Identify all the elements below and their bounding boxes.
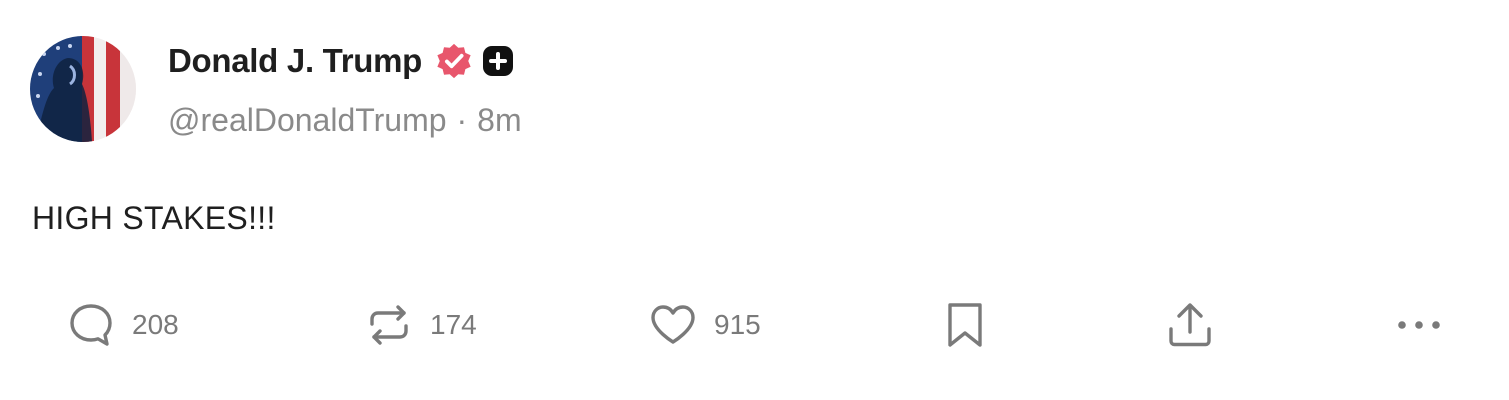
reply-icon — [70, 304, 112, 346]
post: Donald J. Trump @realDonaldTrump · 8m HI… — [0, 0, 1509, 400]
more-button[interactable] — [1394, 300, 1444, 350]
repost-count: 174 — [430, 309, 477, 340]
reply-count: 208 — [132, 309, 179, 340]
post-meta: @realDonaldTrump · 8m — [168, 102, 522, 139]
heart-icon — [651, 305, 695, 344]
like-count: 915 — [714, 309, 761, 340]
share-icon — [1169, 303, 1211, 347]
author-handle[interactable]: @realDonaldTrump — [168, 102, 447, 139]
like-button[interactable]: 915 — [648, 300, 761, 350]
share-button[interactable] — [1164, 300, 1216, 350]
display-name[interactable]: Donald J. Trump — [168, 42, 422, 80]
avatar-image — [30, 36, 136, 142]
avatar[interactable] — [30, 36, 136, 142]
reply-button[interactable]: 208 — [66, 300, 179, 350]
repost-button[interactable]: 174 — [364, 300, 477, 350]
more-icon — [1398, 321, 1440, 329]
plus-badge-icon — [483, 46, 514, 76]
author-name-row: Donald J. Trump — [168, 40, 514, 82]
repost-icon — [370, 305, 408, 345]
bookmark-icon — [948, 303, 982, 347]
verified-badge-icon — [437, 43, 471, 79]
bookmark-button[interactable] — [942, 300, 988, 350]
post-timestamp[interactable]: 8m — [477, 102, 521, 139]
action-bar: 208 174 915 — [0, 300, 1509, 350]
post-text: HIGH STAKES!!! — [32, 200, 276, 236]
meta-separator: · — [456, 102, 468, 138]
